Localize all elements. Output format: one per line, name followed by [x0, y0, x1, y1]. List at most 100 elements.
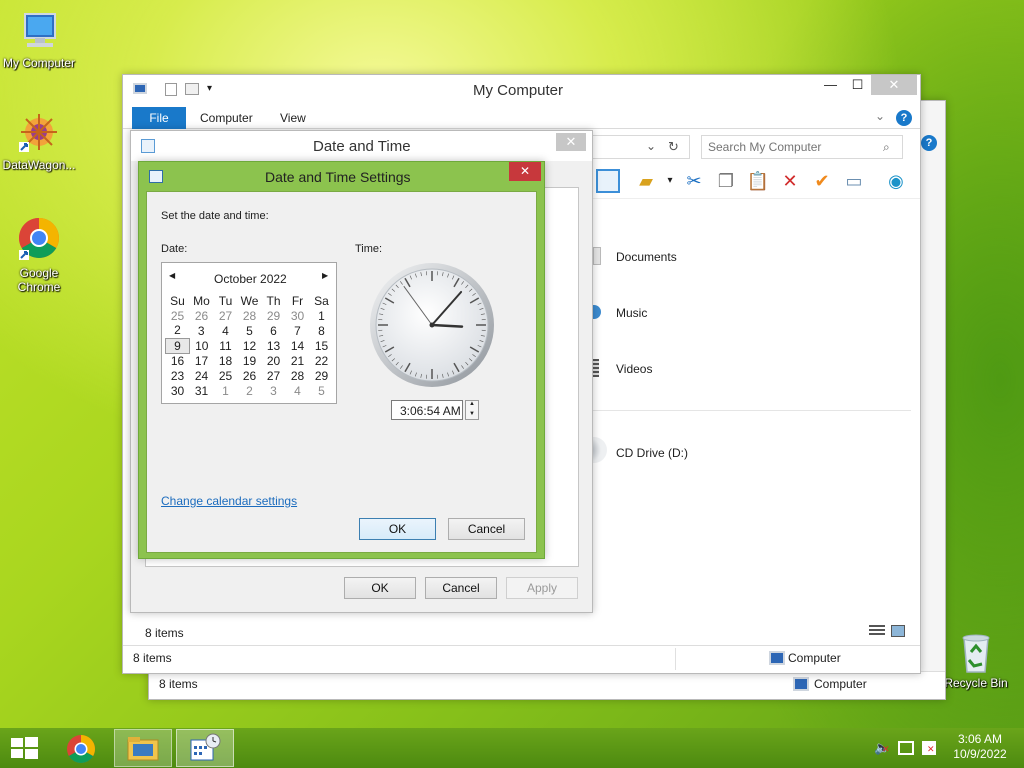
desktop-icon-datawagon[interactable]: DataWagon... [0, 112, 78, 172]
calendar-day[interactable]: 11 [214, 338, 238, 353]
minimize-button[interactable]: — [817, 75, 844, 95]
back-window-help-icon[interactable]: ? [921, 135, 937, 151]
calendar-day[interactable]: 13 [262, 338, 286, 353]
calendar-day[interactable]: 18 [214, 353, 238, 368]
folder-options-icon[interactable]: ▰ [634, 169, 658, 193]
taskbar-datetime-button[interactable] [176, 729, 234, 767]
quick-access-dropdown-icon[interactable]: ▾ [207, 83, 212, 94]
list-item[interactable]: Videos [593, 357, 893, 381]
properties-icon[interactable]: ▭ [842, 169, 866, 193]
volume-muted-icon[interactable]: 🔈 ✕ [874, 740, 890, 756]
calendar-day[interactable]: 31 [190, 383, 214, 398]
calendar-day[interactable]: 23 [166, 368, 190, 383]
calendar-day[interactable]: 15 [310, 338, 334, 353]
spin-down-icon[interactable]: ▼ [469, 411, 475, 417]
list-item[interactable]: CD Drive (D:) [589, 437, 893, 465]
desktop-icon-google-chrome[interactable]: Google Chrome [0, 216, 78, 294]
taskbar-chrome-button[interactable] [52, 729, 110, 767]
calendar-day[interactable]: 4 [286, 383, 310, 398]
calendar-day[interactable]: 28 [286, 368, 310, 383]
calendar-day[interactable]: 29 [310, 368, 334, 383]
calendar-day[interactable]: 3 [262, 383, 286, 398]
calendar-day[interactable]: 20 [262, 353, 286, 368]
time-input[interactable]: 3:06:54 AM [391, 400, 463, 420]
calendar-day[interactable]: 8 [310, 323, 334, 338]
calendar-day[interactable]: 5 [238, 323, 262, 338]
calendar-day[interactable]: 27 [262, 368, 286, 383]
date-and-time-settings-dialog[interactable]: Date and Time Settings ✕ Set the date an… [138, 161, 545, 559]
search-input[interactable] [708, 139, 878, 155]
calendar-day[interactable]: 27 [214, 308, 238, 323]
calendar-day[interactable]: 6 [262, 323, 286, 338]
paste-icon[interactable]: 📋 [746, 169, 770, 193]
calendar-day[interactable]: 2 [238, 383, 262, 398]
action-center-icon[interactable]: ✕ [922, 741, 936, 755]
next-month-icon[interactable]: ▶ [322, 271, 328, 280]
list-item[interactable]: Documents [593, 245, 893, 269]
taskbar-clock[interactable]: 3:06 AM 10/9/2022 [948, 732, 1012, 762]
calendar-day[interactable]: 5 [310, 383, 334, 398]
calendar-day[interactable]: 29 [262, 308, 286, 323]
calendar-day[interactable]: 14 [286, 338, 310, 353]
start-button[interactable] [0, 729, 48, 767]
tab-file[interactable]: File [132, 107, 186, 129]
change-calendar-settings-link[interactable]: Change calendar settings [161, 494, 297, 508]
preview-pane-icon[interactable] [596, 169, 620, 193]
copy-icon[interactable]: ❐ [714, 169, 738, 193]
list-item[interactable]: Music [593, 301, 893, 325]
calendar-day[interactable]: 1 [310, 308, 334, 323]
close-button[interactable]: ✕ [871, 75, 917, 95]
calendar-day[interactable]: 30 [286, 308, 310, 323]
calendar-month[interactable]: October 2022 [214, 272, 287, 286]
desktop-icon-my-computer[interactable]: My Computer [0, 10, 78, 70]
details-view-icon[interactable] [869, 625, 885, 637]
calendar-day[interactable]: 1 [214, 383, 238, 398]
calendar-day[interactable]: 17 [190, 353, 214, 368]
expand-ribbon-icon[interactable]: ⌄ [875, 109, 885, 123]
network-icon[interactable] [898, 741, 914, 755]
close-button[interactable]: ✕ [556, 133, 586, 151]
rename-icon[interactable]: ✔ [810, 169, 834, 193]
tab-computer[interactable]: Computer [200, 111, 253, 125]
calendar-day[interactable]: 21 [286, 353, 310, 368]
calendar-day[interactable]: 28 [238, 308, 262, 323]
taskbar-explorer-button[interactable] [114, 729, 172, 767]
properties-icon[interactable] [165, 83, 177, 96]
address-bar[interactable]: ⌄ ↻ [588, 135, 690, 159]
calendar-day[interactable]: 2 [166, 323, 190, 338]
spin-up-icon[interactable]: ▲ [469, 401, 475, 407]
ok-button[interactable]: OK [344, 577, 416, 599]
large-icons-view-icon[interactable] [891, 625, 905, 637]
cut-icon[interactable]: ✂ [682, 169, 706, 193]
calendar-day-selected[interactable]: 9 [165, 337, 190, 354]
close-button[interactable]: ✕ [509, 162, 541, 181]
time-value[interactable]: 3:06:54 AM [400, 404, 461, 418]
calendar-day[interactable]: 16 [166, 353, 190, 368]
calendar-day[interactable]: 4 [214, 323, 238, 338]
time-spinner[interactable]: ▲ ▼ [465, 400, 479, 420]
refresh-icon[interactable]: ↻ [668, 139, 679, 155]
new-folder-icon[interactable] [185, 83, 199, 95]
calendar[interactable]: ◀ October 2022 ▶ Su Mo Tu We Th Fr Sa 25 26 27 28… [161, 262, 337, 404]
delete-icon[interactable]: ✕ [778, 169, 802, 193]
prev-month-icon[interactable]: ◀ [169, 271, 175, 280]
cancel-button[interactable]: Cancel [448, 518, 525, 540]
calendar-day[interactable]: 10 [190, 338, 214, 353]
maximize-button[interactable]: ☐ [844, 75, 871, 95]
help-icon[interactable]: ? [896, 110, 912, 126]
network-icon[interactable]: ◉ [884, 169, 908, 193]
address-dropdown-icon[interactable]: ⌄ [646, 139, 656, 153]
calendar-day[interactable]: 26 [190, 308, 214, 323]
calendar-day[interactable]: 26 [238, 368, 262, 383]
search-box[interactable]: ⌕ [701, 135, 903, 159]
calendar-day[interactable]: 25 [166, 308, 190, 323]
desktop-icon-recycle-bin[interactable]: Recycle Bin [937, 630, 1015, 690]
calendar-day[interactable]: 19 [238, 353, 262, 368]
cancel-button[interactable]: Cancel [425, 577, 497, 599]
ok-button[interactable]: OK [359, 518, 436, 540]
calendar-day[interactable]: 25 [214, 368, 238, 383]
calendar-day[interactable]: 7 [286, 323, 310, 338]
calendar-day[interactable]: 22 [310, 353, 334, 368]
calendar-day[interactable]: 3 [190, 323, 214, 338]
apply-button[interactable]: Apply [506, 577, 578, 599]
